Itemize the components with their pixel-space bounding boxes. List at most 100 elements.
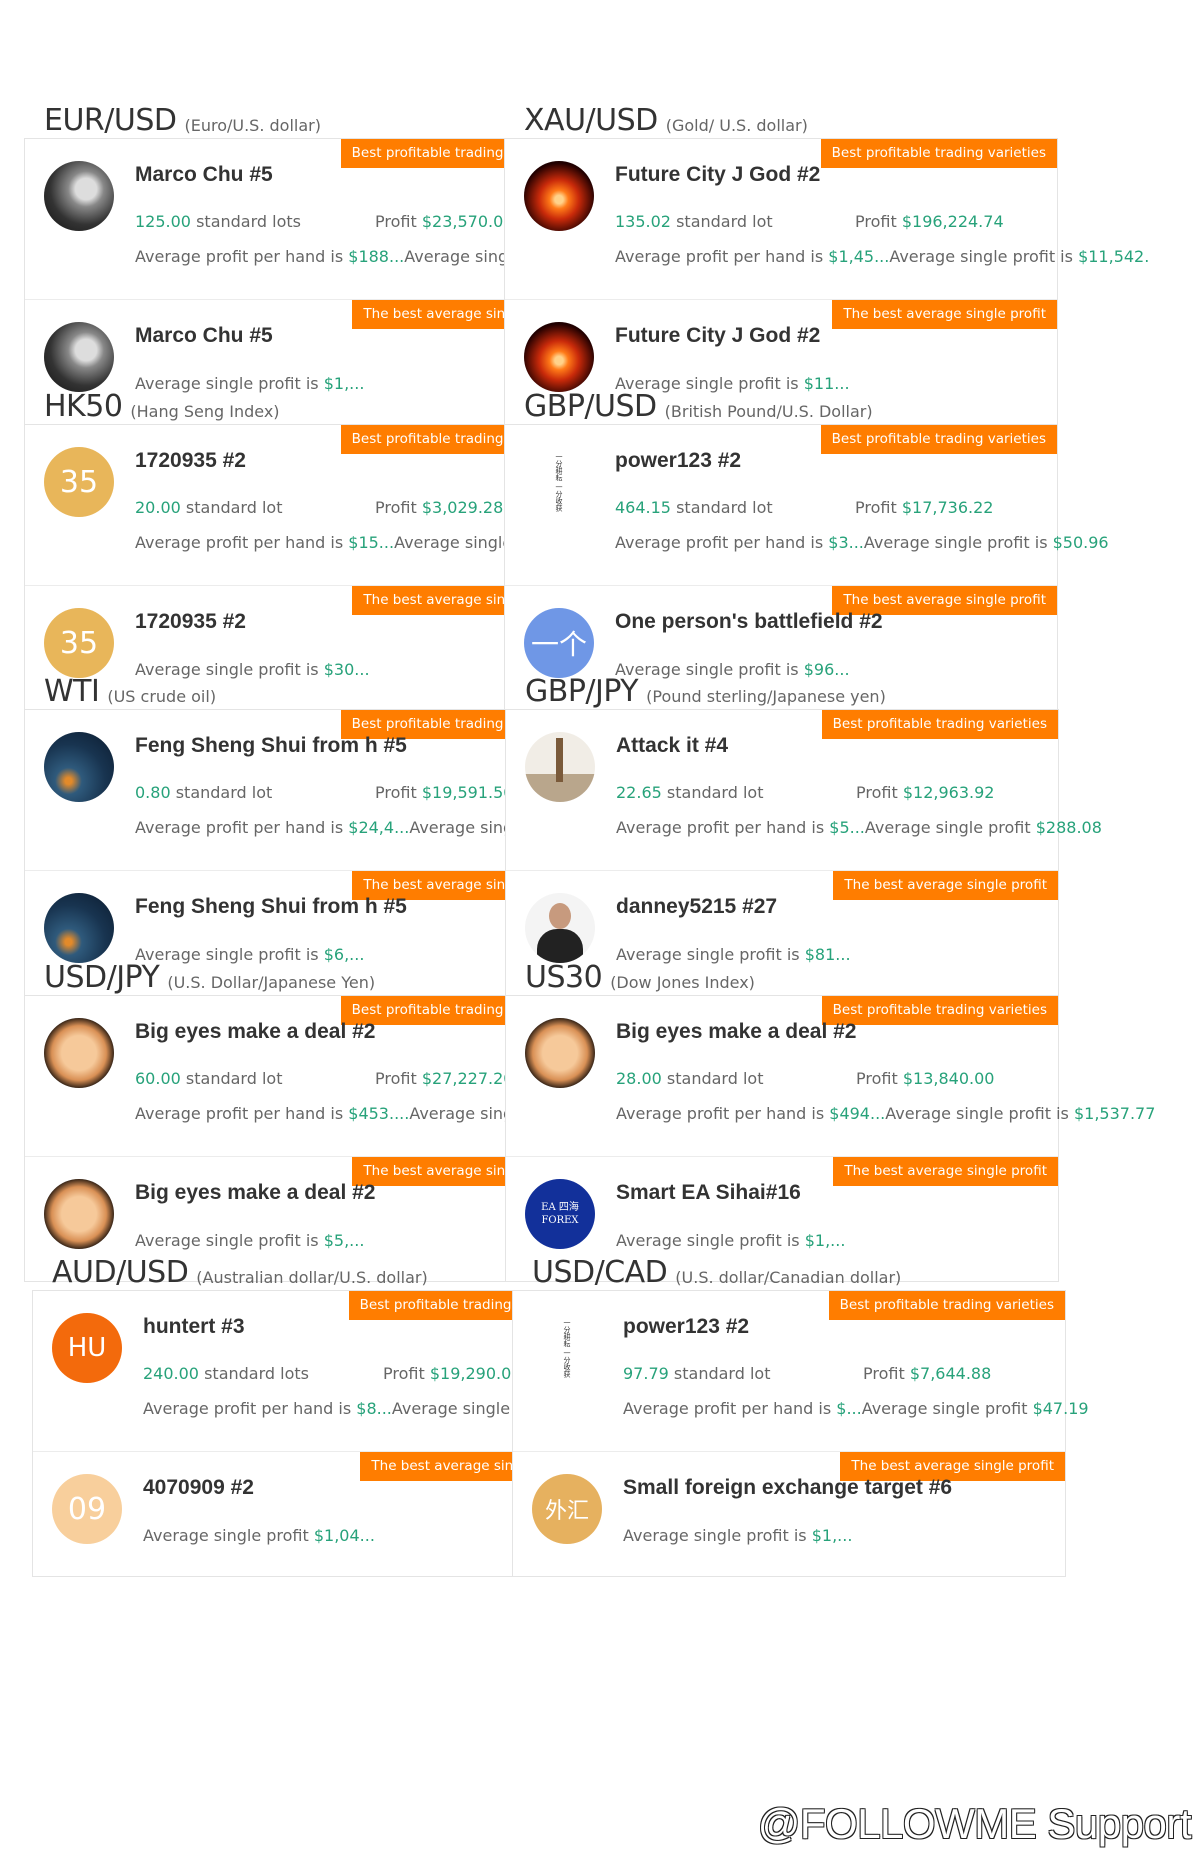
badge-best-profitable: Best profitable trading varieties [821,710,1058,739]
trader-name[interactable]: huntert #3 [143,1315,245,1339]
trader-name[interactable]: Future City J God #2 [615,324,820,348]
avg-hand-label: Average profit per hand is [623,1399,832,1418]
standard-lots: 125.00 standard lots [135,212,301,231]
profit: Profit $7,644.88 [863,1364,991,1383]
avg-hand-value: $15... [348,533,395,552]
trader-card-profitable[interactable]: Best profitable trading varieties Big ey… [25,996,680,1156]
trader-card-profitable[interactable]: Best profitable trading varieties 35 172… [25,425,649,585]
lots-unit: standard lot [175,783,273,802]
lots-value: 60.00 [135,1069,181,1088]
avg-single-value: $50.96 [1052,533,1109,552]
lots-value: 20.00 [135,498,181,517]
trader-name[interactable]: power123 #2 [623,1315,749,1339]
profit-label: Profit [855,212,897,231]
trader-name[interactable]: power123 #2 [615,449,741,473]
avg-single-label: Average single profit is [863,533,1048,552]
trader-avatar[interactable] [524,322,594,392]
trader-name[interactable]: Big eyes make a deal #2 [616,1020,857,1044]
trader-avatar[interactable]: 一个 [524,608,594,678]
trader-name[interactable]: 4070909 #2 [143,1476,254,1500]
profit: Profit $23,570.00 [375,212,513,231]
avg-hand-value: $188... [348,247,405,266]
trader-avatar[interactable] [44,322,114,392]
trader-card-avg-single[interactable]: The best average single profit 外汇 Small … [513,1451,1065,1576]
avg-single-value: $1,537.77 [1073,1104,1156,1123]
variety-section: GBP/JPY (Pound sterling/Japanese yen) Be… [505,669,1102,996]
trader-name[interactable]: 1720935 #2 [135,610,246,634]
trader-avatar[interactable]: 一分耕耘 一分收获 [524,447,594,517]
avg-single-value: $288.08 [1035,818,1102,837]
trader-avatar[interactable]: 外汇 [532,1474,602,1544]
trader-card-profitable[interactable]: Best profitable trading varieties Big ey… [506,996,1155,1156]
trader-name[interactable]: 1720935 #2 [135,449,246,473]
trader-avatar[interactable]: 35 [44,447,114,517]
section-title: US30 [525,960,603,995]
trader-avatar[interactable] [525,893,595,963]
trader-avatar[interactable] [44,893,114,963]
variety-section: WTI (US crude oil) Best profitable tradi… [24,669,680,996]
section-title: AUD/USD [52,1255,189,1290]
average-line: Average single profit is $5,... [135,1231,364,1250]
section-title: GBP/JPY [525,674,639,709]
variety-section: AUD/USD (Australian dollar/U.S. dollar) … [32,1250,629,1577]
avg-hand-label: Average profit per hand is [135,247,344,266]
badge-best-average: The best average single profit [832,300,1057,329]
section-title: GBP/USD [524,389,657,424]
trader-avatar[interactable] [44,1018,114,1088]
trader-name[interactable]: Marco Chu #5 [135,163,273,187]
trader-name[interactable]: Big eyes make a deal #2 [135,1020,376,1044]
average-line: Average profit per hand is $1,45...Avera… [615,247,1149,266]
trader-name[interactable]: Feng Sheng Shui from h #5 [135,734,407,758]
trader-name[interactable]: Feng Sheng Shui from h #5 [135,895,407,919]
trader-avatar[interactable]: 一分耕耘 一分收获 [532,1313,602,1383]
avg-hand-label: Average profit per hand is [135,1104,344,1123]
lots-value: 97.79 [623,1364,669,1383]
avg-hand-label: Average profit per hand is [135,533,344,552]
trader-avatar[interactable] [44,161,114,231]
trader-avatar[interactable]: 09 [52,1474,122,1544]
section-header: XAU/USD (Gold/ U.S. dollar) [504,98,1058,138]
trader-name[interactable]: Future City J God #2 [615,163,820,187]
trader-avatar[interactable] [525,1018,595,1088]
trader-avatar[interactable]: EA 四海 FOREX [525,1179,595,1249]
trader-name[interactable]: danney5215 #27 [616,895,777,919]
trader-name[interactable]: Big eyes make a deal #2 [135,1181,376,1205]
standard-lots: 22.65 standard lot [616,783,763,802]
profit-label: Profit [375,212,417,231]
trader-name[interactable]: Small foreign exchange target #6 [623,1476,952,1500]
trader-avatar[interactable] [524,161,594,231]
profit-label: Profit [375,783,417,802]
profit-value: $3,029.28 [421,498,504,517]
trader-name[interactable]: One person's battlefield #2 [615,610,883,634]
trader-avatar[interactable]: HU [52,1313,122,1383]
section-box: Best profitable trading varieties Future… [504,138,1149,425]
trader-card-profitable[interactable]: Best profitable trading varieties Future… [505,139,1149,299]
profit-value: $7,644.88 [909,1364,992,1383]
lots-unit: standard lots [204,1364,309,1383]
avg-single-label: Average single profit is [889,247,1073,266]
avg-value: $5,... [323,1231,365,1250]
variety-section: US30 (Dow Jones Index) Best profitable t… [505,955,1155,1282]
trader-avatar[interactable]: 35 [44,608,114,678]
trader-card-profitable[interactable]: Best profitable trading varieties Feng S… [25,710,680,870]
trader-name[interactable]: Attack it #4 [616,734,728,758]
trader-card-profitable[interactable]: Best profitable trading varieties Marco … [25,139,674,299]
section-subtitle: (Hang Seng Index) [130,402,280,421]
lots-unit: standard lot [673,1364,771,1383]
trader-name[interactable]: Smart EA Sihai#16 [616,1181,801,1205]
trader-card-avg-single[interactable]: The best average single profit 09 407090… [33,1451,585,1576]
section-header: USD/CAD (U.S. dollar/Canadian dollar) [512,1250,1066,1290]
profit-value: $196,224.74 [901,212,1004,231]
badge-best-average: The best average single profit [833,1157,1058,1186]
profit-label: Profit [855,498,897,517]
trader-card-profitable[interactable]: Best profitable trading varieties 一分耕耘 一… [513,1291,1089,1451]
trader-card-profitable[interactable]: Best profitable trading varieties 一分耕耘 一… [505,425,1109,585]
trader-name[interactable]: Marco Chu #5 [135,324,273,348]
trader-avatar[interactable] [44,732,114,802]
section-title: WTI [44,674,100,709]
trader-card-profitable[interactable]: Best profitable trading varieties Attack… [506,710,1102,870]
avg-hand-value: $8... [356,1399,392,1418]
trader-card-profitable[interactable]: Best profitable trading varieties HU hun… [33,1291,629,1451]
trader-avatar[interactable] [44,1179,114,1249]
trader-avatar[interactable] [525,732,595,802]
